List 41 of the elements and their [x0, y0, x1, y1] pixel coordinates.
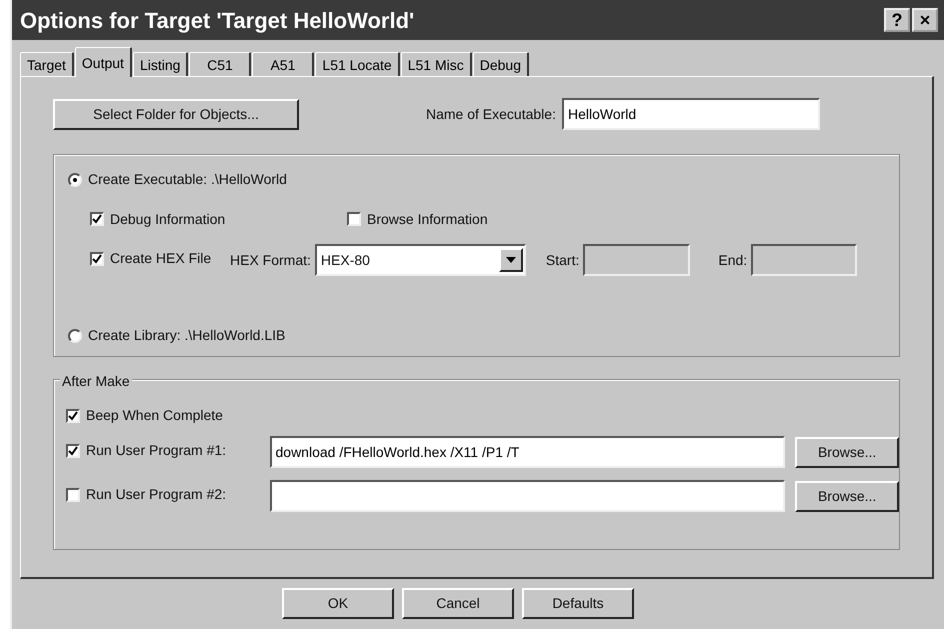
tab[interactable]: A51	[252, 52, 314, 76]
hex-format-dropdown[interactable]: HEX-80	[314, 244, 526, 276]
program-field[interactable]	[270, 480, 786, 512]
window-title: Options for Target 'Target HelloWorld'	[20, 6, 416, 35]
name-field[interactable]: HelloWorld	[562, 98, 820, 130]
checkbox[interactable]	[66, 444, 80, 458]
checkbox-label: Browse Information	[367, 210, 488, 228]
tab[interactable]: Debug	[472, 52, 530, 76]
browse-button[interactable]: Browse...	[795, 480, 899, 512]
ok-button[interactable]: OK	[282, 588, 394, 619]
tab[interactable]: Target	[20, 52, 74, 76]
radio-button[interactable]	[68, 172, 82, 186]
select-folder-button[interactable]: Select Folder for Objects...	[53, 98, 299, 130]
field-label: End:	[718, 250, 748, 270]
checkbox-label: Create HEX File	[110, 249, 212, 268]
radio-label: Create Executable: .\HelloWorld	[88, 170, 287, 189]
checkbox-label: Run User Program #2:	[86, 485, 226, 504]
checkbox[interactable]	[347, 212, 361, 226]
cancel-button[interactable]: Cancel	[402, 588, 514, 619]
checkbox[interactable]	[90, 212, 104, 226]
field-label: Name of Executable:	[426, 104, 556, 124]
field-label: Start:	[546, 250, 580, 270]
tab[interactable]: C51	[189, 52, 252, 76]
checkbox[interactable]	[66, 488, 80, 502]
help-button[interactable]: ?	[884, 8, 910, 32]
tab[interactable]: Output	[74, 47, 132, 77]
checkbox[interactable]	[66, 408, 80, 422]
checkbox-label: Run User Program #1:	[86, 441, 226, 460]
defaults-button[interactable]: Defaults	[522, 588, 634, 619]
tab[interactable]: L51 Locate	[315, 52, 400, 76]
tab[interactable]: L51 Misc	[400, 52, 472, 76]
field-label: HEX Format:	[230, 250, 311, 270]
program-field[interactable]: download /FHelloWorld.hex /X11 /P1 /T	[270, 436, 786, 468]
checkbox-label: Debug Information	[110, 210, 226, 229]
tab[interactable]: Listing	[132, 52, 188, 76]
checkbox[interactable]	[90, 252, 104, 266]
checkbox-label: Beep When Complete	[86, 406, 223, 425]
radio-label: Create Library: .\HelloWorld.LIB	[88, 326, 286, 345]
radio-button[interactable]	[68, 328, 82, 342]
close-button[interactable]: ×	[912, 8, 938, 32]
browse-button[interactable]: Browse...	[795, 436, 899, 468]
